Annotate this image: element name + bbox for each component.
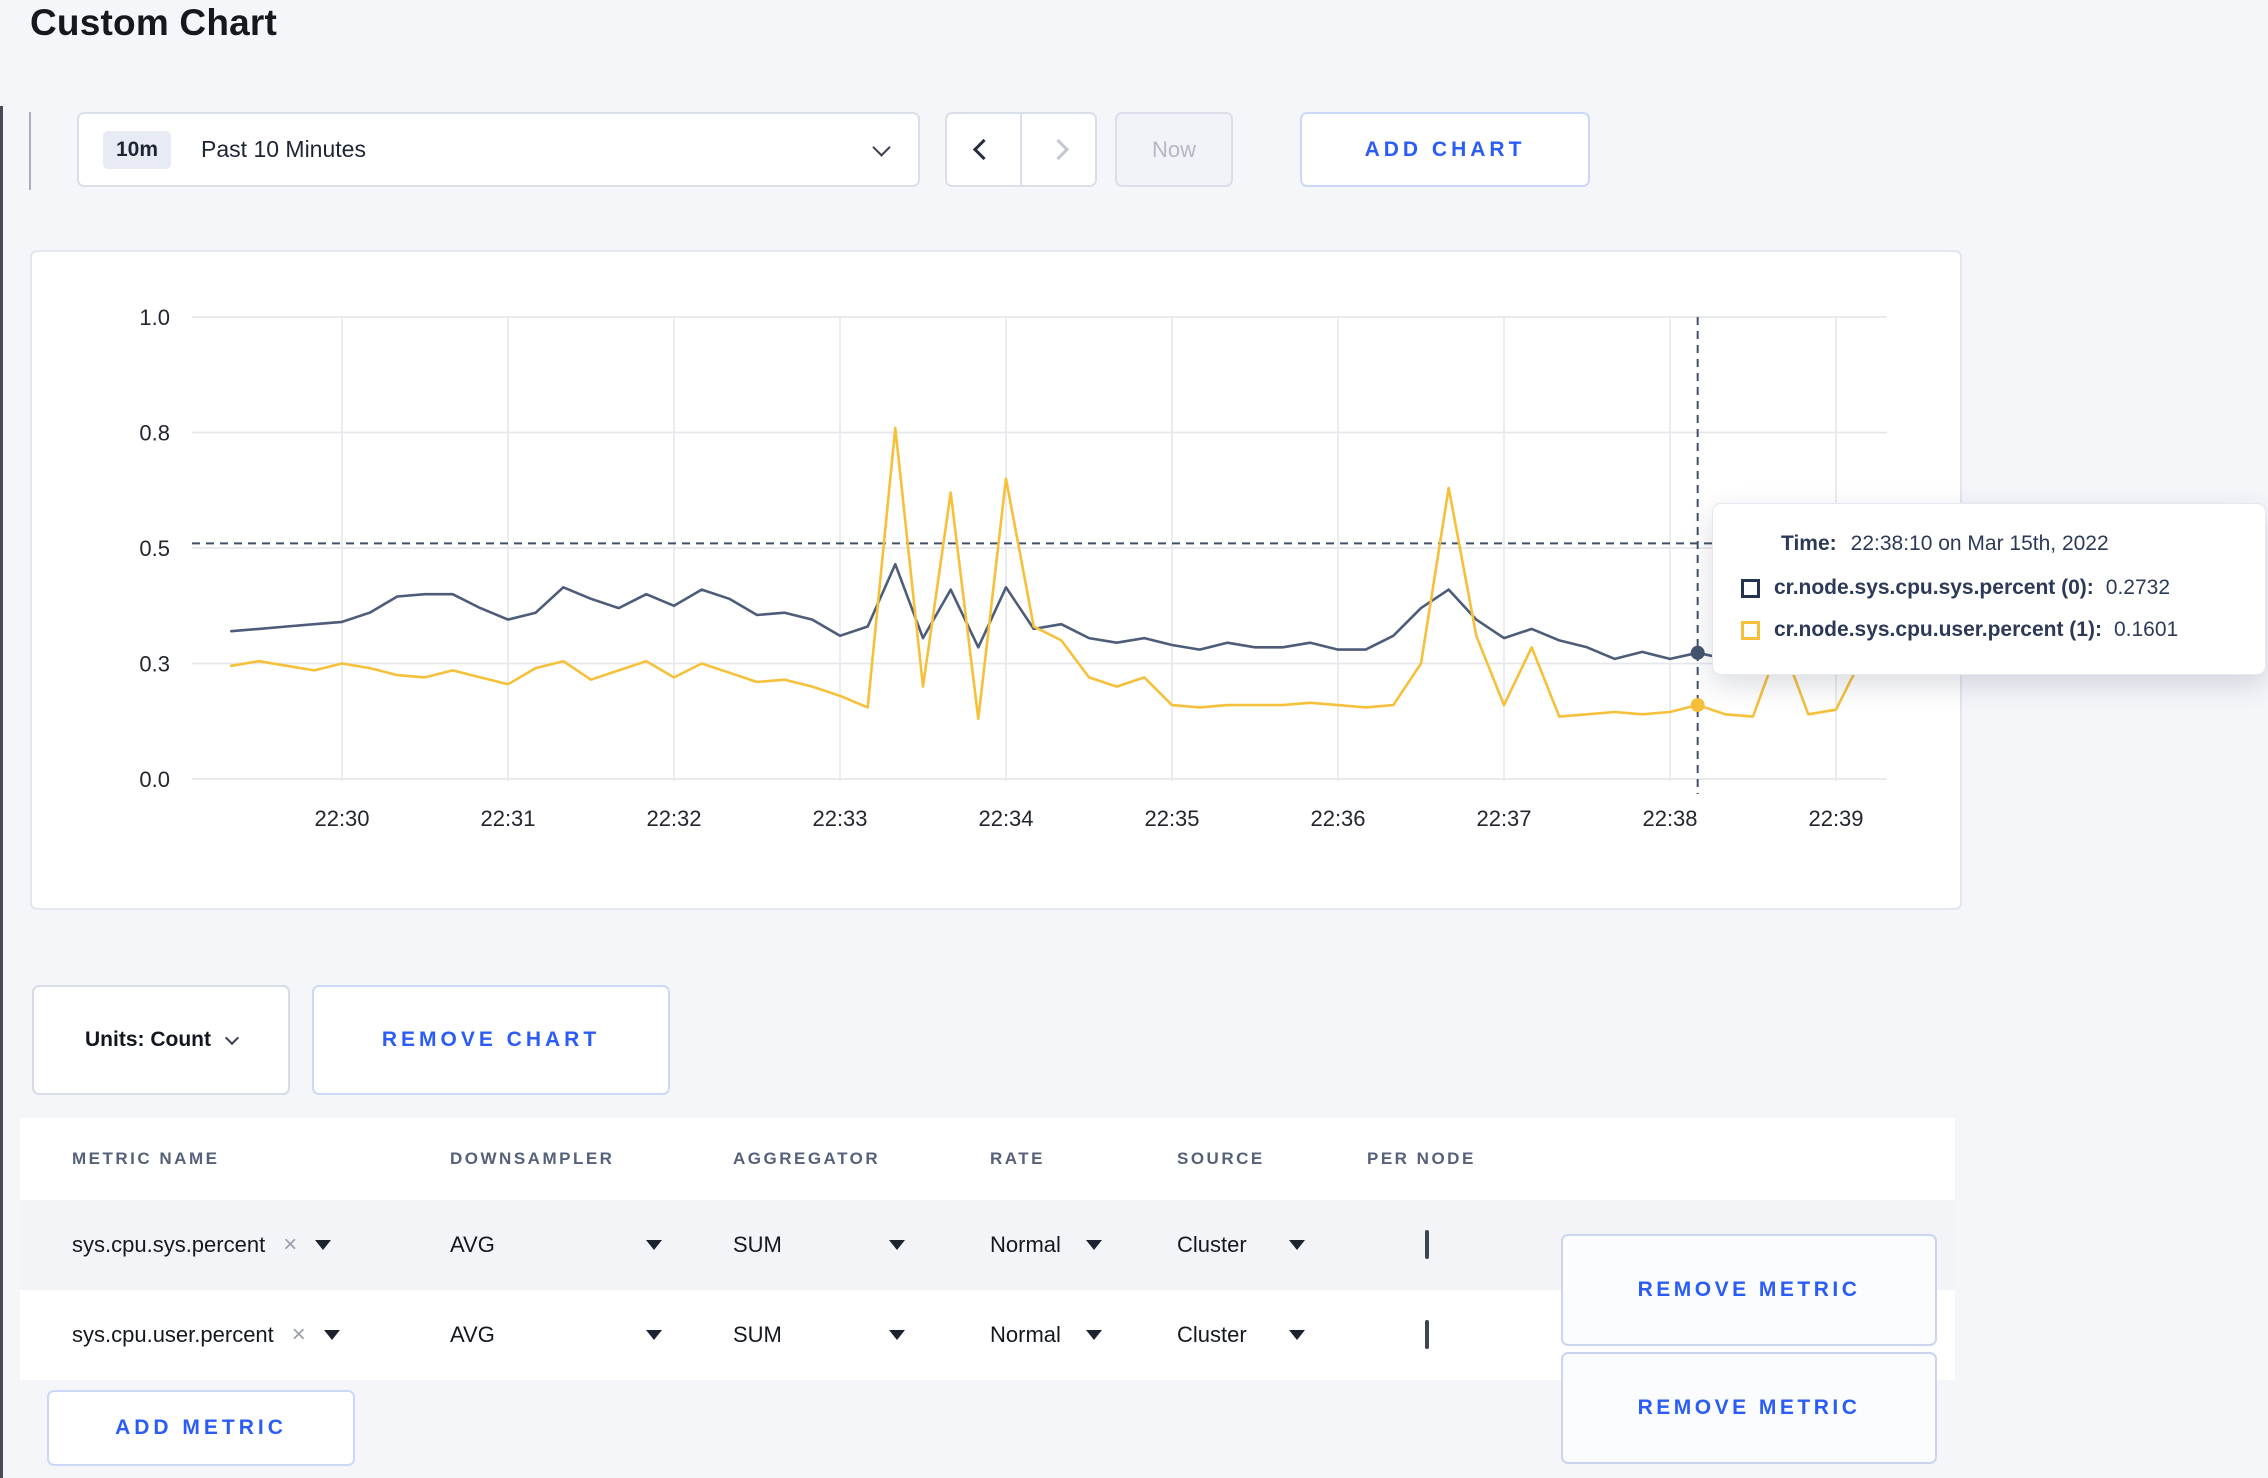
chevron-down-icon — [872, 138, 891, 157]
caret-down-icon — [323, 1330, 340, 1340]
svg-text:0.0: 0.0 — [139, 767, 170, 792]
add-chart-button[interactable]: ADD CHART — [1300, 112, 1590, 187]
aggregator-select[interactable]: SUM — [733, 1232, 905, 1258]
page-title: Custom Chart — [30, 2, 278, 43]
svg-text:22:30: 22:30 — [314, 806, 369, 831]
time-pager — [945, 112, 1097, 187]
tooltip-time-value: 22:38:10 on Mar 15th, 2022 — [1850, 532, 2109, 555]
units-label: Units: Count — [85, 1028, 211, 1051]
svg-text:22:35: 22:35 — [1144, 806, 1199, 831]
window-edge-line — [0, 106, 3, 1478]
series-swatch-icon — [1741, 620, 1760, 640]
svg-text:22:39: 22:39 — [1808, 806, 1863, 831]
svg-text:22:32: 22:32 — [646, 806, 701, 831]
units-select[interactable]: Units: Count — [32, 985, 290, 1095]
time-window-label: Past 10 Minutes — [201, 136, 366, 162]
next-time-button[interactable] — [1022, 114, 1095, 185]
chevron-down-icon — [224, 1030, 240, 1046]
svg-text:0.5: 0.5 — [139, 536, 170, 561]
toolbar-divider — [29, 112, 31, 190]
remove-metric-button[interactable]: REMOVE METRIC — [1561, 1352, 1937, 1464]
header-metric-name: METRIC NAME — [72, 1149, 220, 1168]
metrics-table-header: METRIC NAME DOWNSAMPLER AGGREGATOR RATE … — [20, 1118, 1955, 1200]
tooltip-series-row: cr.node.sys.cpu.sys.percent (0): 0.2732 — [1741, 576, 2235, 600]
metrics-table: METRIC NAME DOWNSAMPLER AGGREGATOR RATE … — [20, 1118, 1955, 1464]
caret-down-icon — [889, 1330, 905, 1340]
caret-down-icon — [1289, 1330, 1305, 1340]
time-range-select[interactable]: 10m Past 10 Minutes — [77, 112, 920, 187]
chart-tooltip: Time: 22:38:10 on Mar 15th, 2022 cr.node… — [1712, 503, 2266, 675]
svg-text:22:33: 22:33 — [812, 806, 867, 831]
per-node-checkbox[interactable] — [1425, 1320, 1429, 1349]
metric-name-chip[interactable]: sys.cpu.sys.percent × — [72, 1232, 450, 1258]
header-aggregator: AGGREGATOR — [733, 1149, 881, 1168]
svg-text:0.3: 0.3 — [139, 652, 170, 677]
tooltip-time-label: Time: — [1781, 532, 1837, 555]
svg-text:22:34: 22:34 — [978, 806, 1033, 831]
svg-text:22:38: 22:38 — [1642, 806, 1697, 831]
caret-down-icon — [315, 1240, 332, 1250]
chart-card: 22:30 22:31 22:32 22:33 22:34 22:35 22:36 22:37… — [30, 250, 1962, 910]
source-select[interactable]: Cluster — [1177, 1322, 1305, 1348]
timeseries-chart[interactable]: 22:30 22:31 22:32 22:33 22:34 22:35 22:36 22:37… — [32, 254, 1964, 908]
close-icon[interactable]: × — [292, 1323, 306, 1347]
caret-down-icon — [646, 1240, 662, 1250]
rate-select[interactable]: Normal — [990, 1232, 1102, 1258]
aggregator-select[interactable]: SUM — [733, 1322, 905, 1348]
svg-text:22:36: 22:36 — [1310, 806, 1365, 831]
svg-text:22:31: 22:31 — [480, 806, 535, 831]
series-swatch-icon — [1741, 578, 1760, 598]
remove-chart-button[interactable]: REMOVE CHART — [312, 985, 670, 1095]
add-metric-button[interactable]: ADD METRIC — [47, 1390, 355, 1466]
header-rate: RATE — [990, 1149, 1046, 1168]
chevron-right-icon — [1047, 138, 1070, 161]
time-window-badge: 10m — [103, 130, 172, 169]
caret-down-icon — [646, 1330, 662, 1340]
rate-select[interactable]: Normal — [990, 1322, 1102, 1348]
caret-down-icon — [1086, 1240, 1102, 1250]
caret-down-icon — [1086, 1330, 1102, 1340]
chevron-left-icon — [972, 138, 995, 161]
caret-down-icon — [889, 1240, 905, 1250]
tooltip-series-row: cr.node.sys.cpu.user.percent (1): 0.1601 — [1741, 618, 2235, 642]
metric-name-chip[interactable]: sys.cpu.user.percent × — [72, 1322, 450, 1348]
per-node-checkbox[interactable] — [1425, 1230, 1429, 1259]
downsampler-select[interactable]: AVG — [450, 1232, 662, 1258]
source-select[interactable]: Cluster — [1177, 1232, 1305, 1258]
svg-text:0.8: 0.8 — [139, 421, 170, 446]
close-icon[interactable]: × — [283, 1233, 297, 1257]
svg-text:22:37: 22:37 — [1476, 806, 1531, 831]
remove-metric-button[interactable]: REMOVE METRIC — [1561, 1234, 1937, 1346]
header-downsampler: DOWNSAMPLER — [450, 1149, 615, 1168]
now-button[interactable]: Now — [1115, 112, 1233, 187]
downsampler-select[interactable]: AVG — [450, 1322, 662, 1348]
header-per-node: PER NODE — [1367, 1149, 1476, 1168]
prev-time-button[interactable] — [947, 114, 1022, 185]
svg-text:1.0: 1.0 — [139, 305, 170, 330]
caret-down-icon — [1289, 1240, 1305, 1250]
header-source: SOURCE — [1177, 1149, 1265, 1168]
